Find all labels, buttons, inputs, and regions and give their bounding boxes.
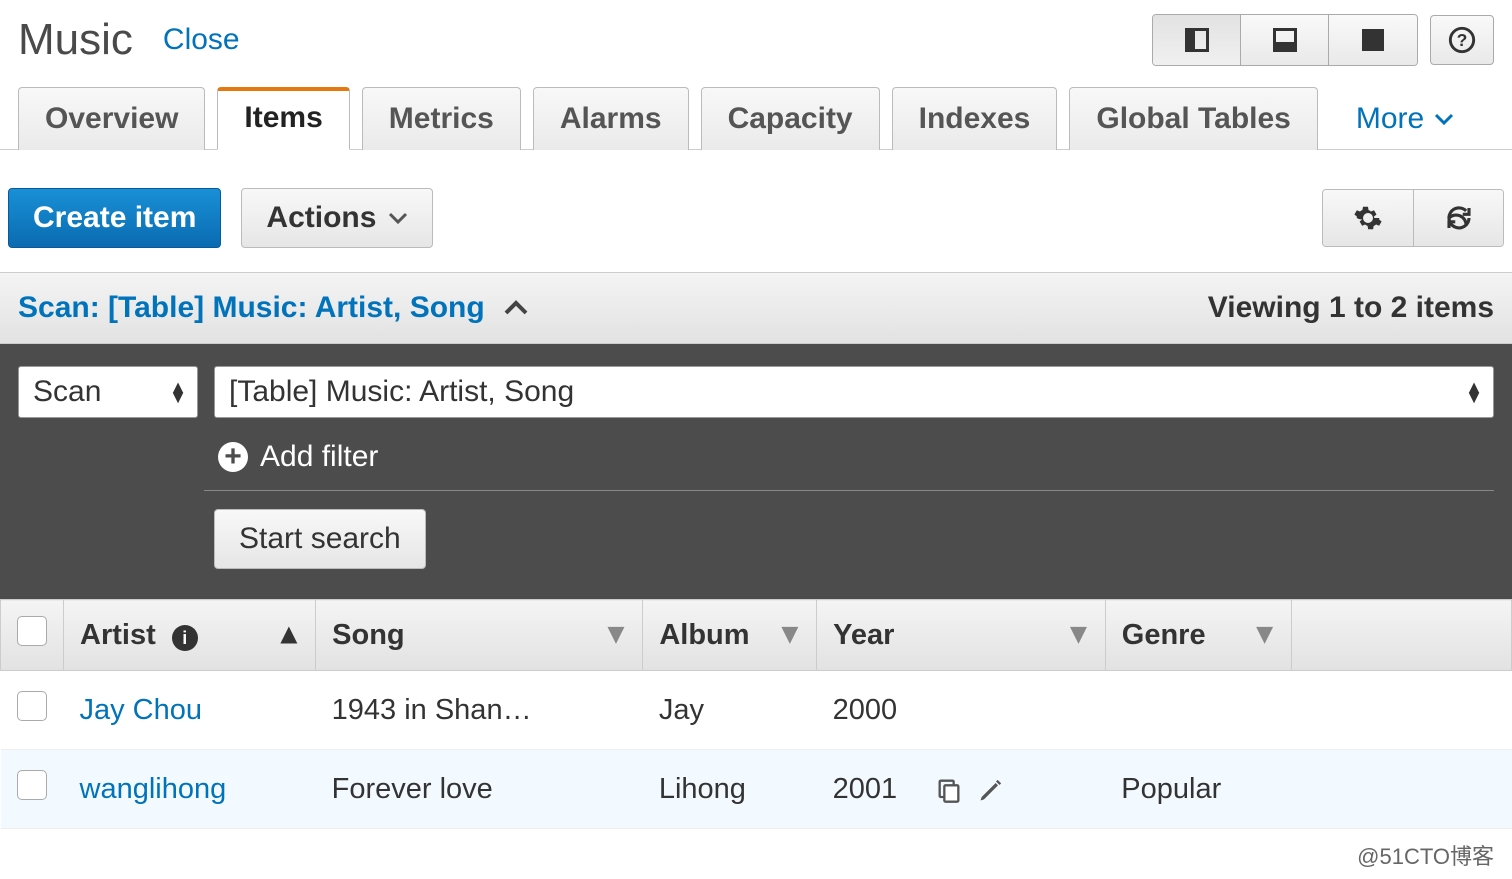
table-tools bbox=[1322, 189, 1504, 247]
cell-artist[interactable]: wanglihong bbox=[80, 773, 227, 805]
tab-indexes[interactable]: Indexes bbox=[892, 87, 1058, 150]
refresh-button[interactable] bbox=[1413, 190, 1503, 246]
edit-icon[interactable] bbox=[977, 776, 1005, 804]
cell-genre: Popular bbox=[1121, 773, 1221, 805]
cell-album: Lihong bbox=[659, 773, 746, 805]
select-arrows-icon: ▲▼ bbox=[169, 382, 187, 402]
scan-target-select[interactable]: [Table] Music: Artist, Song ▲▼ bbox=[214, 366, 1494, 418]
chevron-down-icon bbox=[388, 211, 408, 225]
select-arrows-icon: ▲▼ bbox=[1465, 382, 1483, 402]
column-menu-icon[interactable]: ▼ bbox=[1250, 619, 1279, 652]
watermark: @51CTO博客 bbox=[0, 829, 1512, 879]
column-year[interactable]: Year ▼ bbox=[817, 600, 1106, 671]
column-menu-icon[interactable]: ▼ bbox=[1064, 619, 1093, 652]
plus-circle-icon: + bbox=[218, 442, 248, 472]
column-artist[interactable]: Artist i ▲ bbox=[64, 600, 316, 671]
tab-capacity[interactable]: Capacity bbox=[701, 87, 880, 150]
filter-divider bbox=[204, 490, 1494, 491]
scan-summary-bar: Scan: [Table] Music: Artist, Song Viewin… bbox=[0, 272, 1512, 344]
chevron-down-icon bbox=[1434, 112, 1454, 126]
settings-button[interactable] bbox=[1323, 190, 1413, 246]
cell-album: Jay bbox=[659, 694, 704, 726]
scan-target-value: [Table] Music: Artist, Song bbox=[229, 375, 574, 409]
tab-metrics[interactable]: Metrics bbox=[362, 87, 521, 150]
column-album[interactable]: Album ▼ bbox=[643, 600, 817, 671]
column-check-all bbox=[1, 600, 64, 671]
table-row[interactable]: wanglihong Forever love Lihong 2001 Popu… bbox=[1, 750, 1512, 829]
start-search-button[interactable]: Start search bbox=[214, 509, 426, 569]
gear-icon bbox=[1353, 203, 1383, 233]
add-filter-button[interactable]: + Add filter bbox=[218, 440, 1494, 474]
cell-year: 2000 bbox=[833, 694, 898, 726]
cell-song: Forever love bbox=[332, 773, 493, 805]
column-label: Album bbox=[659, 619, 749, 651]
toolbar: Create item Actions bbox=[0, 150, 1512, 272]
column-song[interactable]: Song ▼ bbox=[316, 600, 643, 671]
help-button[interactable]: ? bbox=[1430, 15, 1494, 65]
viewmode-bottom-panel-button[interactable] bbox=[1241, 15, 1329, 65]
row-checkbox[interactable] bbox=[17, 770, 47, 800]
page-title: Music bbox=[18, 15, 133, 65]
tab-items[interactable]: Items bbox=[217, 87, 349, 150]
refresh-icon bbox=[1444, 203, 1474, 233]
add-filter-label: Add filter bbox=[260, 440, 378, 474]
svg-text:?: ? bbox=[1457, 30, 1468, 50]
column-label: Artist bbox=[80, 619, 156, 651]
chevron-up-icon bbox=[503, 299, 529, 317]
column-menu-icon[interactable]: ▼ bbox=[602, 619, 631, 652]
row-checkbox[interactable] bbox=[17, 691, 47, 721]
tab-alarms[interactable]: Alarms bbox=[533, 87, 689, 150]
column-actions-spacer bbox=[1292, 600, 1512, 671]
create-item-button[interactable]: Create item bbox=[8, 188, 221, 248]
actions-button[interactable]: Actions bbox=[241, 188, 433, 248]
panel-full-icon bbox=[1362, 29, 1384, 51]
cell-artist[interactable]: Jay Chou bbox=[80, 694, 203, 726]
column-genre[interactable]: Genre ▼ bbox=[1105, 600, 1291, 671]
viewing-count: Viewing 1 to 2 items bbox=[1208, 291, 1494, 325]
column-label: Genre bbox=[1122, 619, 1206, 651]
copy-icon[interactable] bbox=[935, 776, 963, 804]
info-icon[interactable]: i bbox=[172, 625, 198, 651]
column-label: Year bbox=[833, 619, 894, 651]
tabs-row: Overview Items Metrics Alarms Capacity I… bbox=[0, 86, 1512, 150]
tab-global-tables[interactable]: Global Tables bbox=[1069, 87, 1318, 150]
items-table: Artist i ▲ Song ▼ Album ▼ Year ▼ Genre ▼ bbox=[0, 599, 1512, 829]
help-icon: ? bbox=[1448, 26, 1476, 54]
viewmode-full-button[interactable] bbox=[1329, 15, 1417, 65]
view-mode-group bbox=[1152, 14, 1418, 66]
actions-label: Actions bbox=[266, 201, 376, 235]
panel-bottom-icon bbox=[1273, 28, 1297, 52]
cell-song: 1943 in Shan… bbox=[332, 694, 532, 726]
panel-left-icon bbox=[1185, 28, 1209, 52]
tab-more-label: More bbox=[1356, 102, 1424, 136]
header-bar: Music Close ? bbox=[0, 0, 1512, 86]
check-all-checkbox[interactable] bbox=[17, 616, 47, 646]
scan-mode-value: Scan bbox=[33, 375, 101, 409]
tab-more[interactable]: More bbox=[1330, 88, 1480, 150]
viewmode-left-panel-button[interactable] bbox=[1153, 15, 1241, 65]
tab-overview[interactable]: Overview bbox=[18, 87, 205, 150]
sort-asc-icon: ▲ bbox=[274, 619, 303, 652]
column-menu-icon[interactable]: ▼ bbox=[775, 619, 804, 652]
close-link[interactable]: Close bbox=[163, 23, 240, 57]
table-row[interactable]: Jay Chou 1943 in Shan… Jay 2000 bbox=[1, 671, 1512, 750]
scan-summary-toggle[interactable]: Scan: [Table] Music: Artist, Song bbox=[18, 291, 529, 325]
column-label: Song bbox=[332, 619, 405, 651]
cell-year: 2001 bbox=[833, 773, 898, 805]
scan-panel: Scan ▲▼ [Table] Music: Artist, Song ▲▼ +… bbox=[0, 344, 1512, 599]
scan-mode-select[interactable]: Scan ▲▼ bbox=[18, 366, 198, 418]
scan-summary-text: Scan: [Table] Music: Artist, Song bbox=[18, 291, 485, 325]
